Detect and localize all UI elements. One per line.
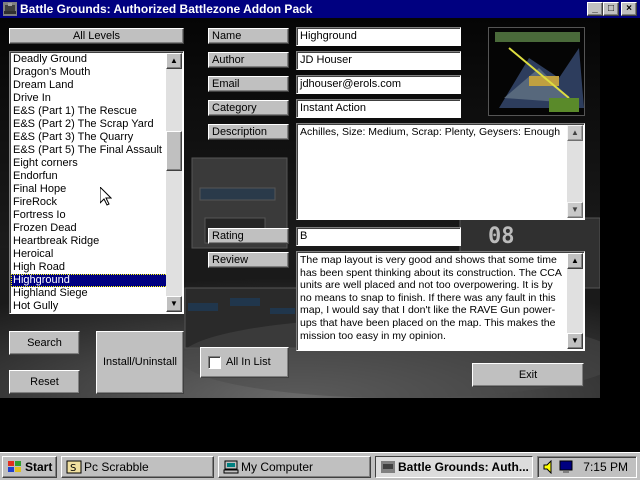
level-list[interactable]: Deadly Ground Dragon's Mouth Dream Land Dri… xyxy=(9,51,184,314)
list-item[interactable]: Drive In xyxy=(11,92,168,105)
desktop-background-bottom xyxy=(0,398,640,450)
scroll-down-button[interactable]: ▼ xyxy=(166,296,182,312)
main-window: 08 All Levels Deadly Ground Dragon's Mout… xyxy=(0,18,600,398)
name-label: Name xyxy=(208,28,289,44)
name-field[interactable]: Highground xyxy=(296,27,461,46)
close-button[interactable]: × xyxy=(621,2,637,16)
taskbar: Start S Pc Scrabble My Computer Battle G… xyxy=(0,452,640,480)
scroll-up-button[interactable]: ▲ xyxy=(166,53,182,69)
category-field[interactable]: Instant Action xyxy=(296,99,461,118)
speaker-icon[interactable] xyxy=(543,460,557,474)
scroll-down-button[interactable]: ▼ xyxy=(567,333,583,349)
exit-button-label: Exit xyxy=(518,369,538,381)
scroll-thumb[interactable] xyxy=(166,131,182,171)
list-item[interactable]: Highground xyxy=(11,274,168,287)
list-item[interactable]: Hot Gully xyxy=(11,300,168,313)
review-scrollbar[interactable]: ▲ ▼ xyxy=(567,253,583,349)
list-item[interactable]: FireRock xyxy=(11,196,168,209)
description-memo[interactable]: Achilles, Size: Medium, Scrap: Plenty, G… xyxy=(296,123,585,220)
computer-icon xyxy=(223,460,239,474)
email-field[interactable]: jdhouser@erols.com xyxy=(296,75,461,94)
list-item[interactable]: Highland Siege xyxy=(11,287,168,300)
mouse-cursor-icon xyxy=(100,187,112,206)
task-pc-scrabble[interactable]: S Pc Scrabble xyxy=(61,456,214,478)
start-button[interactable]: Start xyxy=(2,456,57,478)
description-scrollbar[interactable]: ▲ ▼ xyxy=(567,125,583,218)
install-uninstall-button[interactable]: Install/Uninstall xyxy=(96,331,184,394)
email-label: Email xyxy=(208,76,289,92)
category-label: Category xyxy=(208,100,289,116)
maximize-icon: □ xyxy=(607,3,615,14)
window-title: Battle Grounds: Authorized Battlezone Ad… xyxy=(20,2,313,16)
list-item[interactable]: Deadly Ground xyxy=(11,53,168,66)
level-screenshot-image xyxy=(489,28,584,115)
reset-button[interactable]: Reset xyxy=(9,370,80,394)
desktop-background xyxy=(600,18,640,450)
close-icon: × xyxy=(626,3,632,14)
list-item[interactable]: High Road xyxy=(11,261,168,274)
list-header[interactable]: All Levels xyxy=(9,28,184,44)
list-item[interactable]: E&S (Part 5) The Final Assault xyxy=(11,144,168,157)
start-label: Start xyxy=(25,460,53,474)
list-header-label: All Levels xyxy=(72,30,121,42)
task-label: My Computer xyxy=(241,460,314,474)
list-item[interactable]: E&S (Part 1) The Rescue xyxy=(11,105,168,118)
author-label: Author xyxy=(208,52,289,68)
svg-text:S: S xyxy=(70,463,76,474)
list-item[interactable]: Final Hope xyxy=(11,183,168,196)
task-label: Battle Grounds: Auth... xyxy=(398,460,529,474)
all-in-list-label: All In List xyxy=(226,356,271,368)
rating-field[interactable]: B xyxy=(296,227,461,246)
list-item[interactable]: Heartbreak Ridge xyxy=(11,235,168,248)
level-items: Deadly Ground Dragon's Mouth Dream Land Dri… xyxy=(11,53,168,313)
search-button[interactable]: Search xyxy=(9,331,80,355)
task-battle-grounds[interactable]: Battle Grounds: Auth... xyxy=(375,456,533,478)
search-button-label: Search xyxy=(27,337,62,349)
all-in-list-option[interactable]: All In List xyxy=(200,347,289,378)
scrabble-icon: S xyxy=(66,460,82,474)
all-in-list-checkbox[interactable] xyxy=(208,356,221,369)
list-item[interactable]: Fortress Io xyxy=(11,209,168,222)
app-icon xyxy=(381,461,395,473)
list-item[interactable]: Dream Land xyxy=(11,79,168,92)
review-label: Review xyxy=(208,252,289,268)
list-item[interactable]: E&S (Part 2) The Scrap Yard xyxy=(11,118,168,131)
review-memo[interactable]: The map layout is very good and shows th… xyxy=(296,251,585,351)
description-label: Description xyxy=(208,124,289,140)
system-tray: 7:15 PM xyxy=(537,456,637,478)
author-field[interactable]: JD Houser xyxy=(296,51,461,70)
list-item[interactable]: Heroical xyxy=(11,248,168,261)
clock[interactable]: 7:15 PM xyxy=(583,460,628,474)
svg-text:08: 08 xyxy=(488,224,515,249)
reset-button-label: Reset xyxy=(30,376,59,388)
list-item[interactable]: E&S (Part 3) The Quarry xyxy=(11,131,168,144)
scroll-down-button[interactable]: ▼ xyxy=(567,202,583,218)
review-text: The map layout is very good and shows th… xyxy=(300,254,562,342)
maximize-button[interactable]: □ xyxy=(603,2,619,16)
title-bar[interactable]: Battle Grounds: Authorized Battlezone Ad… xyxy=(0,0,640,18)
exit-button[interactable]: Exit xyxy=(472,363,584,387)
rating-label: Rating xyxy=(208,228,289,244)
windows-logo-icon xyxy=(8,461,21,472)
description-text: Achilles, Size: Medium, Scrap: Plenty, G… xyxy=(300,126,561,138)
list-item[interactable]: Frozen Dead xyxy=(11,222,168,235)
app-icon[interactable] xyxy=(2,1,18,17)
list-item[interactable]: Eight corners xyxy=(11,157,168,170)
list-scrollbar[interactable]: ▲ ▼ xyxy=(166,53,182,312)
list-item[interactable]: Dragon's Mouth xyxy=(11,66,168,79)
scroll-up-button[interactable]: ▲ xyxy=(567,253,583,269)
display-icon[interactable] xyxy=(559,460,573,474)
minimize-icon: _ xyxy=(592,3,598,14)
task-my-computer[interactable]: My Computer xyxy=(218,456,371,478)
install-uninstall-label: Install/Uninstall xyxy=(103,356,177,368)
scroll-up-button[interactable]: ▲ xyxy=(567,125,583,141)
level-screenshot xyxy=(488,27,585,116)
minimize-button[interactable]: _ xyxy=(587,2,603,16)
task-label: Pc Scrabble xyxy=(84,460,149,474)
list-item[interactable]: Endorfun xyxy=(11,170,168,183)
